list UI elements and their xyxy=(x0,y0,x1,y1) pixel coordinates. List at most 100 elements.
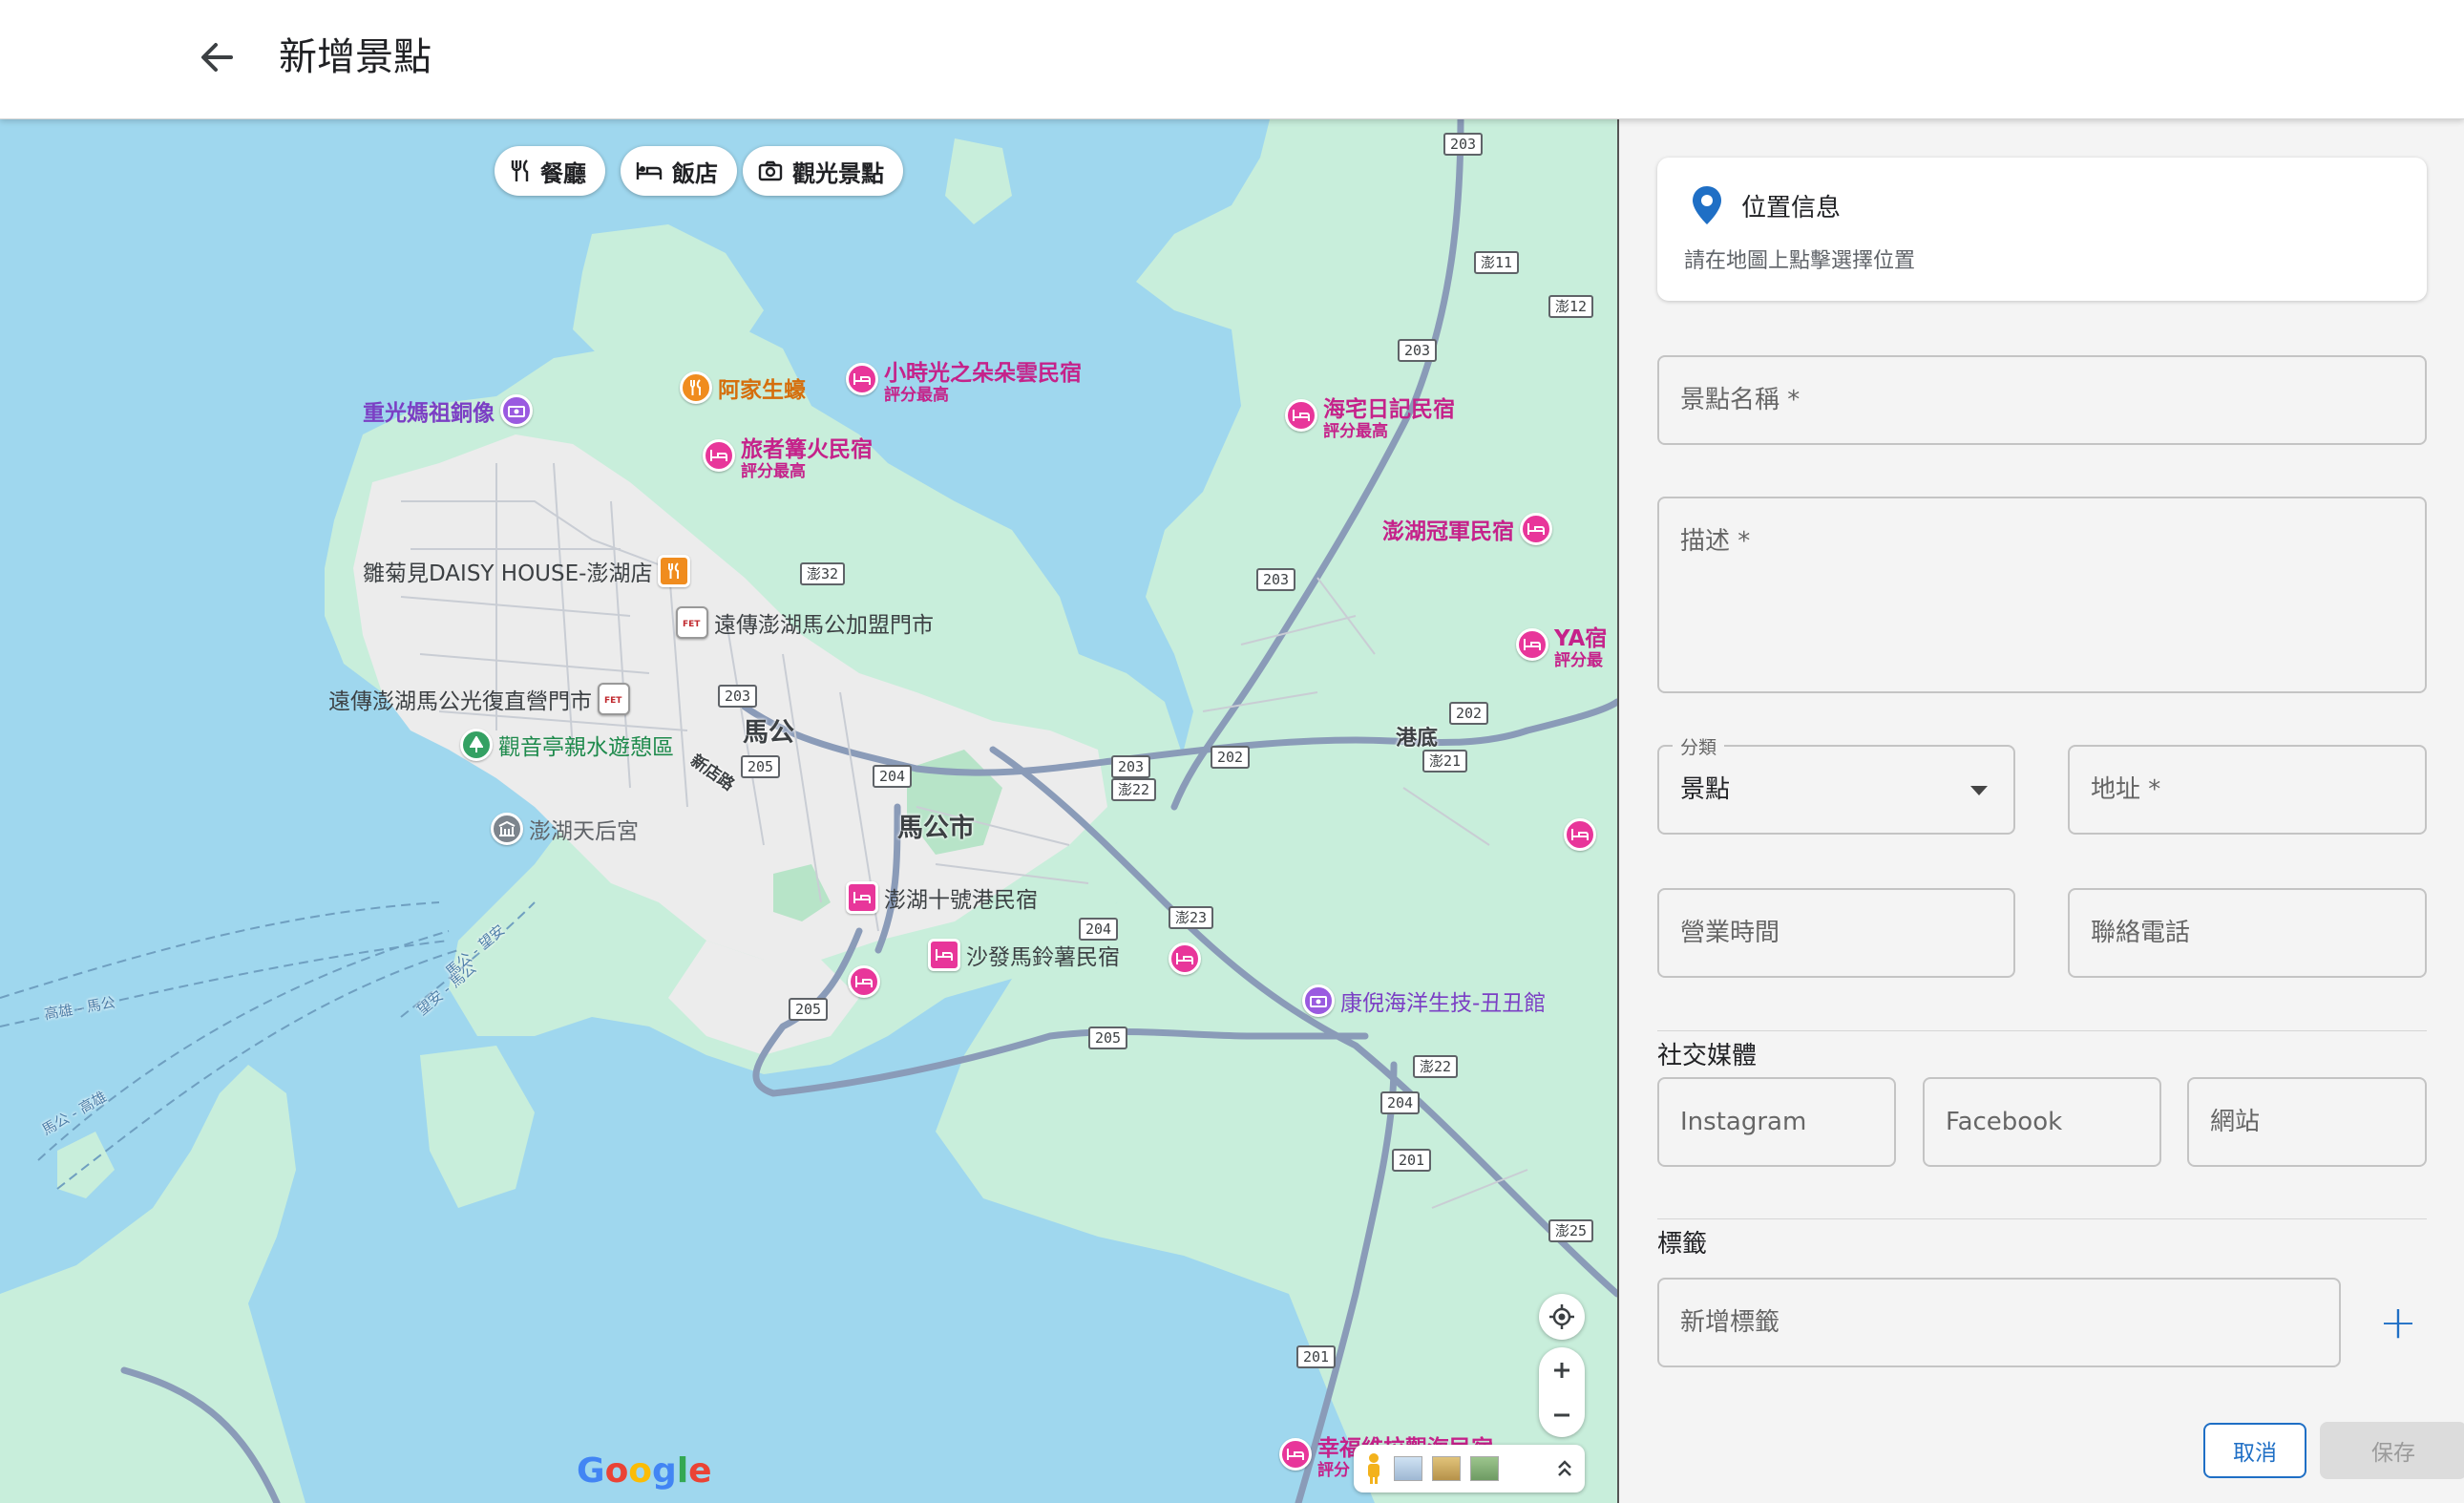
back-button[interactable] xyxy=(187,27,248,88)
route-shield: 澎25 xyxy=(1548,1219,1594,1242)
map-base-layer xyxy=(0,119,1617,1503)
my-location-button[interactable] xyxy=(1539,1294,1585,1340)
layers-bar[interactable] xyxy=(1354,1445,1585,1492)
pegman-icon[interactable] xyxy=(1363,1452,1384,1485)
poi-name: 海宅日記民宿 xyxy=(1323,397,1455,422)
poi-store[interactable]: FET 遠傳澎湖馬公光復直營門市 xyxy=(328,683,630,715)
address-input[interactable]: 地址 * xyxy=(2068,745,2427,835)
hotel-marker-icon xyxy=(1564,818,1596,851)
route-shield: 204 xyxy=(873,765,913,788)
poi-hotel[interactable]: 沙發馬鈴薯民宿 xyxy=(928,939,1120,971)
website-input[interactable]: 網站 xyxy=(2187,1077,2427,1167)
add-tag-button[interactable]: + xyxy=(2369,1294,2427,1351)
poi-hotel-unnamed[interactable] xyxy=(848,965,880,998)
route-shield: 205 xyxy=(789,998,829,1021)
chevron-up-double-icon[interactable] xyxy=(1556,1458,1573,1479)
route-shield: 203 xyxy=(1111,755,1151,778)
plus-icon xyxy=(1554,1362,1569,1378)
place-label-gangdi: 港底 xyxy=(1396,727,1439,751)
route-shield: 202 xyxy=(1449,702,1489,725)
save-button[interactable]: 保存 xyxy=(2320,1422,2464,1479)
poi-hotel[interactable]: 小時光之朵朵雲民宿 評分最高 xyxy=(846,354,1082,404)
google-logo: Google xyxy=(577,1451,712,1491)
zoom-in-button[interactable] xyxy=(1552,1347,1571,1392)
restaurant-marker-icon xyxy=(680,371,712,404)
facebook-input[interactable]: Facebook xyxy=(1923,1077,2161,1167)
poi-rating-badge: 評分最高 xyxy=(1323,422,1388,441)
route-shield: 澎22 xyxy=(1111,778,1157,801)
route-shield: 203 xyxy=(718,685,758,708)
layer-thumbnail[interactable] xyxy=(1470,1456,1499,1481)
description-placeholder: 描述 * xyxy=(1680,527,1751,556)
poi-temple[interactable]: 澎湖天后宮 xyxy=(491,813,639,845)
route-shield: 205 xyxy=(1088,1027,1128,1049)
layer-thumbnail[interactable] xyxy=(1394,1456,1422,1481)
route-shield: 203 xyxy=(1256,568,1296,591)
location-info-card: 位置信息 請在地圖上點擊選擇位置 xyxy=(1657,158,2427,301)
route-shield: 澎11 xyxy=(1474,251,1520,274)
hotel-marker-icon xyxy=(1169,942,1201,975)
poi-name: 遠傳澎湖馬公光復直營門市 xyxy=(328,689,592,714)
category-select[interactable]: 分類 景點 xyxy=(1657,733,2015,835)
poi-name: 雛菊見DAISY HOUSE-澎湖店 xyxy=(363,561,653,586)
plus-icon: + xyxy=(2378,1296,2418,1349)
arrow-left-icon xyxy=(201,43,233,72)
name-input[interactable]: 景點名稱 * xyxy=(1657,355,2427,445)
poi-hotel[interactable]: 海宅日記民宿 評分最高 xyxy=(1285,391,1455,440)
chip-attractions[interactable]: 觀光景點 xyxy=(743,146,903,196)
place-label-magong-city: 馬公市 xyxy=(897,814,975,843)
poi-hotel[interactable]: 旅者篝火民宿 評分最高 xyxy=(703,431,873,480)
route-shield: 201 xyxy=(1296,1345,1337,1368)
page-title: 新增景點 xyxy=(279,35,432,79)
fork-knife-icon xyxy=(511,159,529,181)
tags-heading: 標籤 xyxy=(1657,1230,1708,1259)
app-header: 新增景點 xyxy=(0,0,2464,119)
poi-hotel-unnamed[interactable] xyxy=(1169,942,1201,975)
poi-hotel-unnamed[interactable] xyxy=(1564,818,1596,851)
chip-label: 飯店 xyxy=(672,159,718,187)
hotel-marker-icon xyxy=(846,363,878,395)
route-shield: 204 xyxy=(1079,918,1119,941)
chip-restaurants[interactable]: 餐廳 xyxy=(495,146,605,196)
poi-park[interactable]: 觀音亭親水遊憩區 xyxy=(460,729,674,761)
name-placeholder: 景點名稱 * xyxy=(1680,386,1801,414)
route-shield: 澎23 xyxy=(1169,906,1214,929)
opening-hours-input[interactable]: 營業時間 xyxy=(1657,888,2015,978)
phone-input[interactable]: 聯絡電話 xyxy=(2068,888,2427,978)
route-shield: 203 xyxy=(1398,339,1438,362)
poi-hotel[interactable]: 澎湖冠軍民宿 xyxy=(1382,513,1552,545)
poi-hotel[interactable]: 澎湖十號港民宿 xyxy=(846,881,1038,914)
poi-restaurant[interactable]: 阿家生蠔 xyxy=(680,371,806,404)
temple-marker-icon xyxy=(491,813,523,845)
map-view[interactable]: 餐廳 飯店 觀光景點 馬公 馬公市 港底 新店路 203 澎11 澎12 203… xyxy=(0,119,1617,1503)
camera-marker-icon xyxy=(500,394,533,427)
zoom-out-button[interactable] xyxy=(1552,1392,1571,1437)
location-info-title: 位置信息 xyxy=(1741,194,1842,222)
minus-icon xyxy=(1554,1413,1569,1416)
poi-name: 觀音亭親水遊憩區 xyxy=(498,735,674,760)
tag-input[interactable]: 新增標籤 xyxy=(1657,1278,2341,1367)
cancel-button[interactable]: 取消 xyxy=(2203,1423,2306,1478)
hotel-marker-icon xyxy=(848,965,880,998)
hotel-marker-icon xyxy=(1285,399,1317,432)
opening-hours-placeholder: 營業時間 xyxy=(1680,919,1780,947)
instagram-placeholder: Instagram xyxy=(1680,1108,1807,1136)
poi-attraction[interactable]: 康倪海洋生技-丑丑館 xyxy=(1302,984,1546,1017)
chip-hotels[interactable]: 飯店 xyxy=(621,146,737,196)
category-value: 景點 xyxy=(1680,775,1731,804)
crosshair-icon xyxy=(1549,1304,1574,1329)
instagram-input[interactable]: Instagram xyxy=(1657,1077,1896,1167)
poi-hotel[interactable]: YA宿 評分最 xyxy=(1516,620,1607,669)
route-shield: 澎12 xyxy=(1548,295,1594,318)
layer-thumbnail[interactable] xyxy=(1432,1456,1461,1481)
poi-store[interactable]: FET 遠傳澎湖馬公加盟門市 xyxy=(676,606,934,639)
restaurant-marker-icon xyxy=(658,555,691,587)
poi-attraction[interactable]: 重光媽祖銅像 xyxy=(363,394,533,427)
description-textarea[interactable]: 描述 * xyxy=(1657,497,2427,693)
tree-marker-icon xyxy=(460,729,493,761)
facebook-placeholder: Facebook xyxy=(1946,1108,2063,1136)
poi-name: 沙發馬鈴薯民宿 xyxy=(966,945,1120,970)
poi-restaurant[interactable]: 雛菊見DAISY HOUSE-澎湖店 xyxy=(363,555,691,587)
poi-name: YA宿 xyxy=(1554,626,1608,651)
route-shield: 202 xyxy=(1211,746,1251,769)
